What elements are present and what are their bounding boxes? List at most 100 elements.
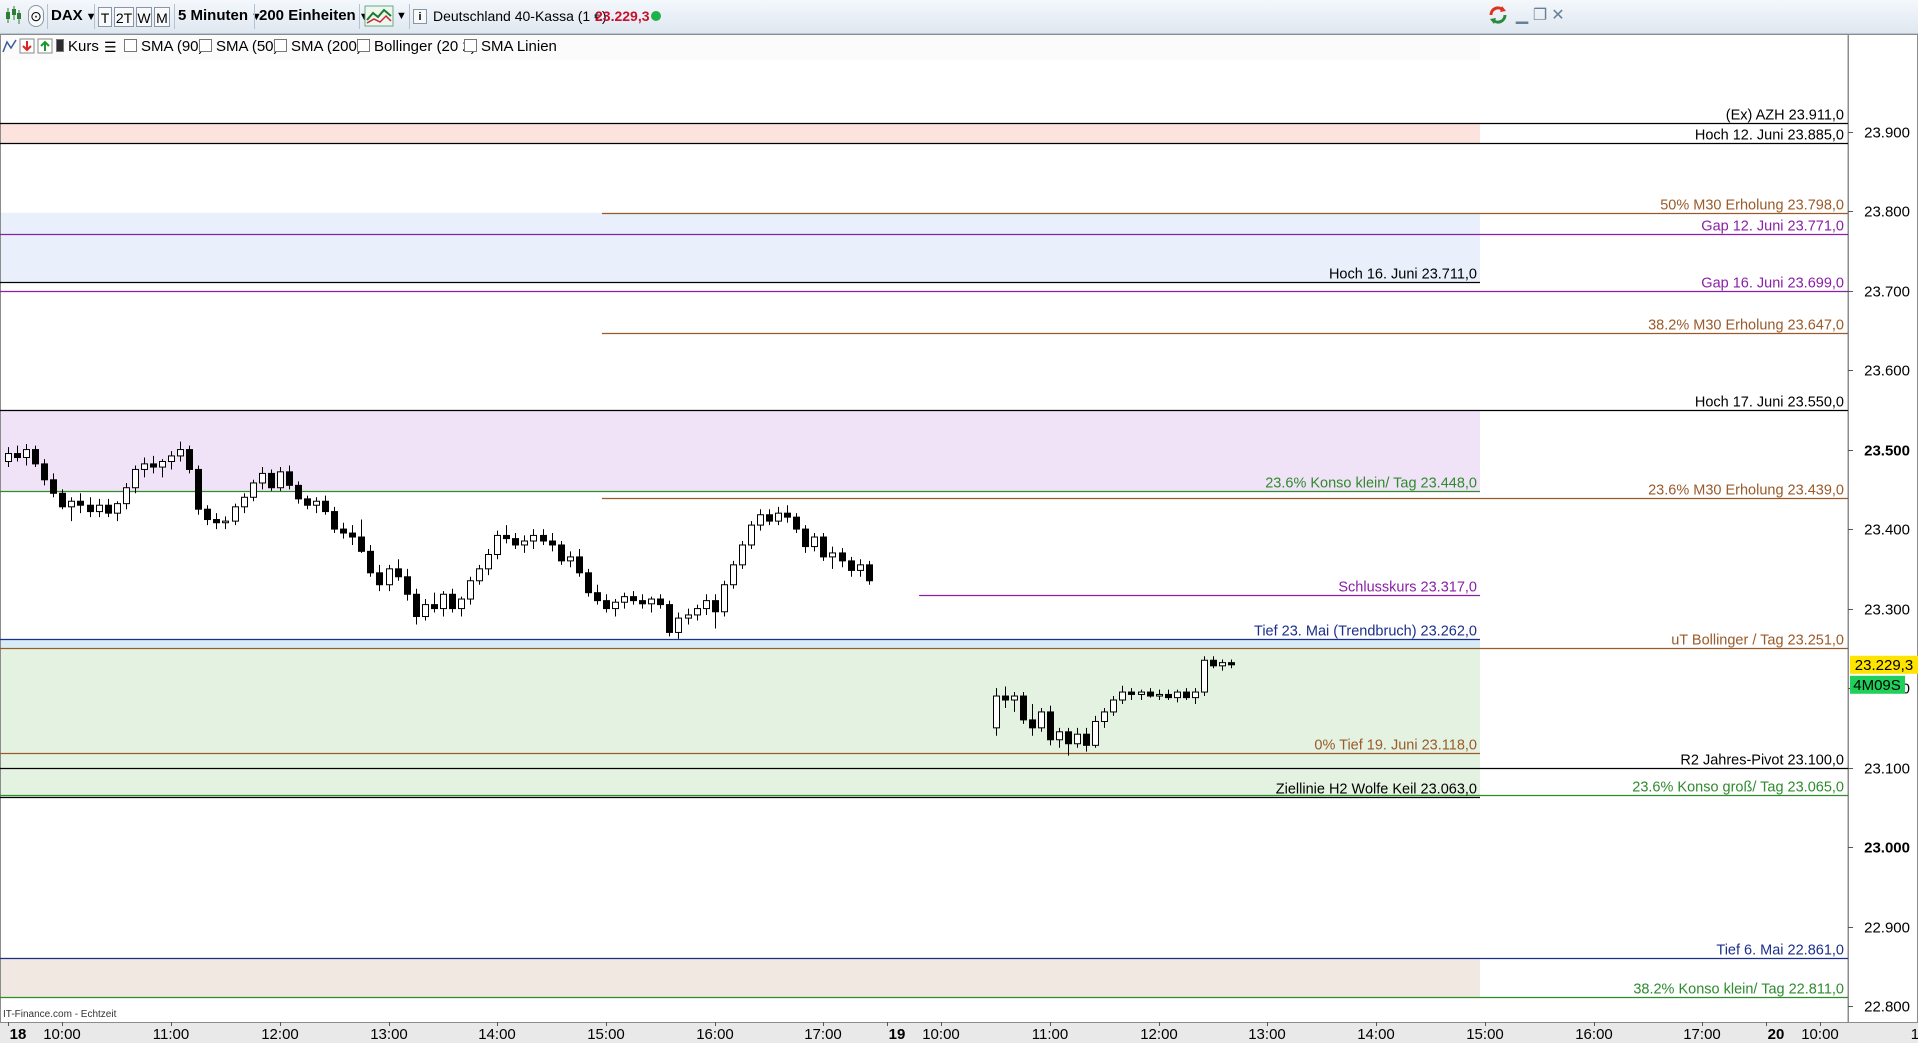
y-tick-label: 23.500 [1864,443,1910,460]
candle [612,599,619,617]
x-tick-label: 16:00 [1575,1026,1613,1043]
candle-body [295,484,302,500]
candle-body [630,596,637,602]
candle-body [413,593,420,618]
candle-body [286,471,293,486]
candle-body [141,463,148,470]
candle-body [1147,691,1154,697]
candle [811,533,818,552]
candle [195,465,202,515]
candle-body [87,504,94,513]
candle [712,594,719,629]
candle [87,497,94,518]
candle [59,489,66,510]
candle [739,541,746,569]
candle-body [866,564,873,582]
candle [775,506,782,526]
x-tick-label: 14:00 [1357,1026,1395,1043]
candle-body [458,598,465,610]
candle [186,445,193,474]
candle-body [1183,691,1190,699]
candle-body [395,568,402,578]
countdown-label: 4M09S [1853,677,1901,694]
level-label: 50% M30 Erholung 23.798,0 [1660,198,1844,214]
candle-body [5,453,12,462]
candle-body [277,471,284,489]
candle [494,530,501,560]
candle-body [268,472,275,489]
candle [77,493,84,514]
candle-body [476,568,483,582]
candle [666,600,673,637]
y-tick-label: 23.600 [1864,363,1910,380]
candle [222,516,229,530]
candle-body [241,496,248,508]
candle-body [1156,693,1163,697]
candle-body [304,498,311,506]
level-label: Tief 23. Mai (Trendbruch) 23.262,0 [1254,624,1477,640]
candle [386,564,393,592]
candle [657,594,664,609]
candle-body [639,600,646,605]
candle [648,596,655,613]
price-zone [0,212,1480,282]
level-label: R2 Jahres-Pivot 23.100,0 [1680,753,1844,769]
x-tick-label: 13:00 [370,1026,408,1043]
candle-body [857,564,864,571]
candle-body [213,519,220,524]
candle-body [1074,733,1081,745]
price-zone [0,638,1480,648]
candle [340,522,347,539]
x-tick-label: 10:00 [922,1026,960,1043]
candle-body [367,550,374,574]
candle-body [23,449,30,459]
candle-body [549,540,556,546]
candle-body [1092,720,1099,746]
level-label: 23.6% Konso groß/ Tag 23.065,0 [1632,780,1844,796]
level-label: 38.2% M30 Erholung 23.647,0 [1648,318,1844,334]
candle [1047,705,1054,746]
candlestick-chart[interactable]: (Ex) AZH 23.911,0 Hoch 12. Juni 23.885,0 5… [0,0,1918,1043]
candle-body [766,514,773,522]
candle-body [567,556,574,562]
y-tick-label: 23.800 [1864,204,1910,221]
candle [395,559,402,581]
candle-body [331,511,338,530]
x-tick-label: 13:00 [1248,1026,1286,1043]
candle-body [775,512,782,522]
x-tick-label: 18 [10,1026,27,1043]
candle-body [386,568,393,586]
candle-body [105,504,112,514]
candle-body [358,536,365,552]
y-tick-label: 23.100 [1864,761,1910,778]
x-tick-label: 19 [889,1026,906,1043]
candle-body [712,600,719,613]
candle [630,591,637,605]
level-label: Gap 16. Juni 23.699,0 [1701,276,1844,292]
candle-body [1165,693,1172,699]
y-tick-label: 23.400 [1864,522,1910,539]
candle-body [250,482,257,498]
candle-body [657,598,664,606]
candle-body [585,572,592,594]
candle-body [1083,733,1090,746]
level-label: Hoch 17. Juni 23.550,0 [1695,395,1844,411]
candle-body [748,524,755,546]
candle [304,495,311,510]
candle [675,612,682,639]
price-zone [0,957,1480,998]
candle-body [1029,719,1036,729]
candle-body [1138,691,1145,695]
candle-body [793,516,800,530]
candle-body [349,532,356,538]
candle-body [77,500,84,506]
y-tick-label: 23.300 [1864,602,1910,619]
y-tick-label: 23.000 [1864,840,1910,857]
level-label: Ziellinie H2 Wolfe Keil 23.063,0 [1276,782,1477,798]
x-tick-label: 10:00 [1801,1026,1839,1043]
candle-body [1038,711,1045,729]
candle-body [449,593,456,610]
candle-body [259,472,266,484]
x-tick-label: 11:00 [1911,1026,1918,1043]
candle-body [195,468,202,510]
